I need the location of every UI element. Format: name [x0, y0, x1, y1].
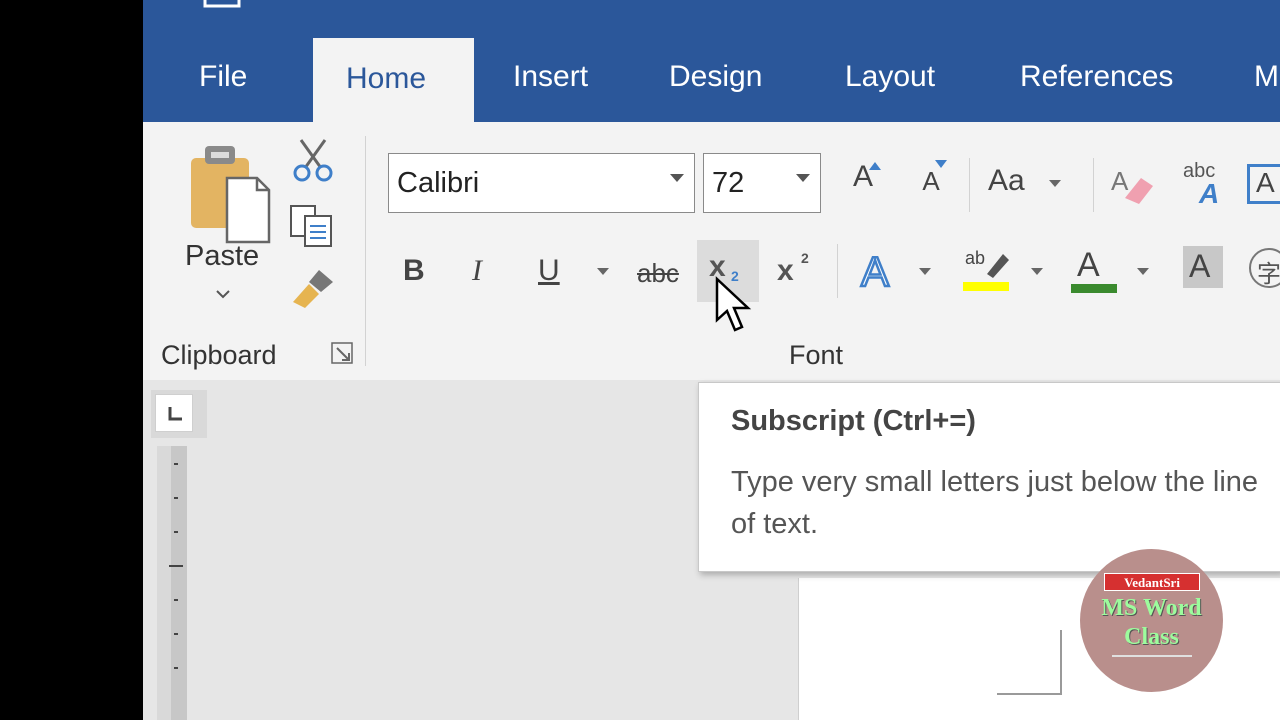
watermark-line2: Class: [1124, 624, 1179, 650]
font-group-label: Font: [789, 340, 844, 370]
copy-icon[interactable]: [289, 204, 335, 248]
tooltip-title: Subscript (Ctrl+=): [731, 405, 976, 437]
font-size-value: 72: [712, 167, 745, 199]
font-name-dropdown-icon[interactable]: [670, 174, 684, 182]
character-shading-icon: A: [1189, 248, 1211, 284]
channel-watermark: VedantSri MS Word Class: [1080, 549, 1223, 692]
highlight-color-button[interactable]: ab: [963, 244, 1011, 294]
svg-text:A: A: [861, 248, 889, 292]
italic-icon: I: [472, 254, 482, 287]
grow-font-button[interactable]: A: [843, 160, 883, 194]
tab-selector-button[interactable]: [155, 394, 193, 432]
text-effects-icon: A: [860, 247, 891, 297]
format-painter-brush-icon[interactable]: [291, 266, 337, 312]
ruler-corner: [151, 390, 207, 438]
left-tab-stop-icon: [168, 407, 182, 421]
tab-design[interactable]: Design: [669, 60, 762, 94]
change-case-icon: Aa: [988, 164, 1025, 197]
ribbon: Paste Clipboard Calibri 72 A A Aa A abc …: [143, 122, 1280, 381]
bold-icon: B: [403, 254, 425, 287]
subscript-tooltip: Subscript (Ctrl+=) Type very small lette…: [698, 382, 1280, 572]
divider: [1093, 158, 1094, 212]
paste-label[interactable]: Paste: [185, 240, 259, 273]
redo-icon[interactable]: [389, 0, 429, 17]
clipboard-group-label: Clipboard: [161, 340, 277, 370]
character-shading-button[interactable]: A: [1183, 246, 1223, 288]
clipboard-dialog-launcher-icon[interactable]: [331, 342, 355, 366]
undo-icon[interactable]: [301, 0, 331, 17]
strikethrough-button[interactable]: abc: [637, 258, 679, 289]
underline-button[interactable]: U: [538, 254, 560, 288]
font-size-dropdown-icon[interactable]: [796, 174, 810, 182]
font-color-button[interactable]: A: [1071, 246, 1117, 294]
svg-text:A: A: [1111, 166, 1129, 196]
tab-mailings[interactable]: M: [1254, 60, 1279, 94]
text-effects-button[interactable]: A: [859, 246, 903, 297]
tab-references[interactable]: References: [1020, 60, 1173, 94]
superscript-icon: x: [777, 254, 794, 287]
font-name-combobox[interactable]: Calibri: [388, 153, 695, 213]
shrink-font-button[interactable]: A: [913, 160, 949, 197]
divider: [969, 158, 970, 212]
change-case-dropdown-icon[interactable]: [1049, 180, 1061, 187]
tab-home-label: Home: [346, 62, 427, 95]
group-divider: [365, 136, 366, 366]
save-icon[interactable]: [201, 0, 243, 17]
svg-text:ab: ab: [965, 248, 985, 268]
tooltip-description: Type very small letters just below the l…: [731, 466, 1259, 540]
ribbon-tab-bar: File Home Insert Design Layout Reference…: [143, 0, 1280, 122]
font-name-value: Calibri: [397, 167, 480, 199]
font-color-swatch: [1071, 284, 1117, 293]
highlight-dropdown-icon[interactable]: [1031, 268, 1043, 275]
vertical-ruler: [157, 446, 187, 720]
font-color-icon: A: [1077, 246, 1100, 284]
divider: [837, 244, 838, 298]
font-color-dropdown-icon[interactable]: [1137, 268, 1149, 275]
highlighter-icon: ab: [963, 248, 1009, 291]
mouse-cursor-icon: [714, 276, 754, 336]
enclose-characters-button[interactable]: 字: [1249, 248, 1280, 288]
tab-layout[interactable]: Layout: [845, 60, 935, 94]
page-margin-corner-marker: [997, 630, 1062, 695]
paste-icon: [191, 146, 271, 244]
watermark-brand: VedantSri: [1124, 575, 1180, 590]
ruler-ticks: [169, 463, 183, 669]
strikethrough-icon: abc: [637, 258, 679, 288]
underline-icon: U: [538, 254, 560, 287]
tab-insert[interactable]: Insert: [513, 60, 588, 94]
italic-button[interactable]: I: [472, 254, 482, 288]
text-box-icon[interactable]: A: [1247, 164, 1280, 204]
cut-scissors-icon[interactable]: [291, 138, 335, 182]
superscript-button[interactable]: x 2: [777, 240, 827, 302]
enclose-characters-icon: 字: [1257, 261, 1280, 288]
underline-dropdown-icon[interactable]: [597, 268, 609, 275]
paste-dropdown-chevron-icon[interactable]: [216, 287, 230, 299]
paste-button[interactable]: [183, 142, 273, 252]
watermark-line1: MS Word: [1101, 595, 1202, 621]
bold-button[interactable]: B: [403, 254, 425, 288]
font-size-combobox[interactable]: 72: [703, 153, 821, 213]
clear-formatting-icon[interactable]: A: [1111, 164, 1159, 206]
tab-home[interactable]: Home: [313, 38, 474, 122]
text-effects-abc-icon[interactable]: abc A: [1183, 160, 1229, 209]
shrink-font-icon: A: [922, 166, 940, 196]
tab-file[interactable]: File: [199, 60, 247, 94]
change-case-button[interactable]: Aa: [988, 164, 1025, 198]
text-effects-dropdown-icon[interactable]: [919, 268, 931, 275]
